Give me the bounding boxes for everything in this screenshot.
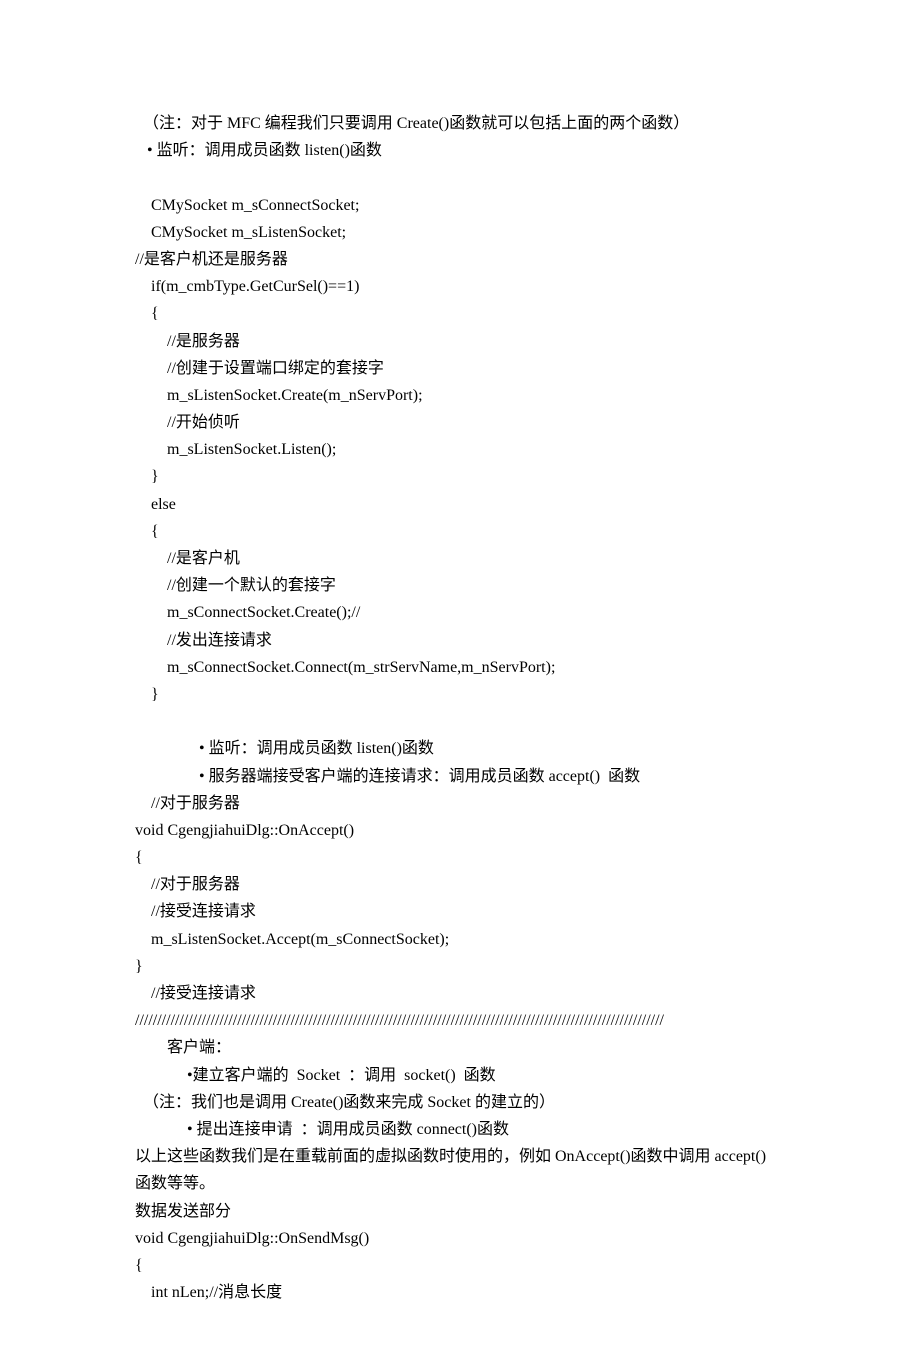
text-line: m_sConnectSocket.Connect(m_strServName,m…: [135, 654, 785, 681]
text-line: //对于服务器: [135, 790, 785, 817]
text-line: [135, 708, 785, 735]
text-line: //开始侦听: [135, 409, 785, 436]
text-line: 数据发送部分: [135, 1198, 785, 1225]
text-line: m_sListenSocket.Listen();: [135, 436, 785, 463]
text-line: //对于服务器: [135, 871, 785, 898]
text-line: 以上这些函数我们是在重载前面的虚拟函数时使用的，例如 OnAccept()函数中…: [135, 1143, 785, 1170]
text-line: void CgengjiahuiDlg::OnAccept(): [135, 817, 785, 844]
text-line: //发出连接请求: [135, 627, 785, 654]
document-page: （注：对于 MFC 编程我们只要调用 Create()函数就可以包括上面的两个函…: [0, 0, 920, 1366]
text-line: else: [135, 491, 785, 518]
text-line: if(m_cmbType.GetCurSel()==1): [135, 273, 785, 300]
text-line: CMySocket m_sListenSocket;: [135, 219, 785, 246]
text-line: void CgengjiahuiDlg::OnSendMsg(): [135, 1225, 785, 1252]
text-line: //是服务器: [135, 328, 785, 355]
text-line: （注：我们也是调用 Create()函数来完成 Socket 的建立的）: [135, 1089, 785, 1116]
text-line: {: [135, 518, 785, 545]
text-line: {: [135, 300, 785, 327]
text-line: int nLen;//消息长度: [135, 1279, 785, 1306]
text-line: }: [135, 681, 785, 708]
text-line: m_sConnectSocket.Create();//: [135, 599, 785, 626]
text-line: //是客户机: [135, 545, 785, 572]
text-line: （注：对于 MFC 编程我们只要调用 Create()函数就可以包括上面的两个函…: [135, 110, 785, 137]
text-line: //创建一个默认的套接字: [135, 572, 785, 599]
text-line: //是客户机还是服务器: [135, 246, 785, 273]
text-line: [135, 164, 785, 191]
text-line: //创建于设置端口绑定的套接字: [135, 355, 785, 382]
text-line: m_sListenSocket.Accept(m_sConnectSocket)…: [135, 926, 785, 953]
text-line: • 提出连接申请 ：调用成员函数 connect()函数: [135, 1116, 785, 1143]
text-line: •建立客户端的 Socket ：调用 socket() 函数: [135, 1062, 785, 1089]
text-line: 函数等等。: [135, 1170, 785, 1197]
text-line: • 服务器端接受客户端的连接请求：调用成员函数 accept() 函数: [135, 763, 785, 790]
text-line: //接受连接请求: [135, 980, 785, 1007]
text-line: • 监听：调用成员函数 listen()函数: [135, 735, 785, 762]
text-line: ////////////////////////////////////////…: [135, 1007, 785, 1034]
text-line: //接受连接请求: [135, 898, 785, 925]
text-line: }: [135, 953, 785, 980]
text-line: {: [135, 1252, 785, 1279]
text-line: CMySocket m_sConnectSocket;: [135, 192, 785, 219]
text-line: {: [135, 844, 785, 871]
text-line: }: [135, 463, 785, 490]
text-line: • 监听：调用成员函数 listen()函数: [135, 137, 785, 164]
text-line: m_sListenSocket.Create(m_nServPort);: [135, 382, 785, 409]
text-line: 客户端：: [135, 1034, 785, 1061]
